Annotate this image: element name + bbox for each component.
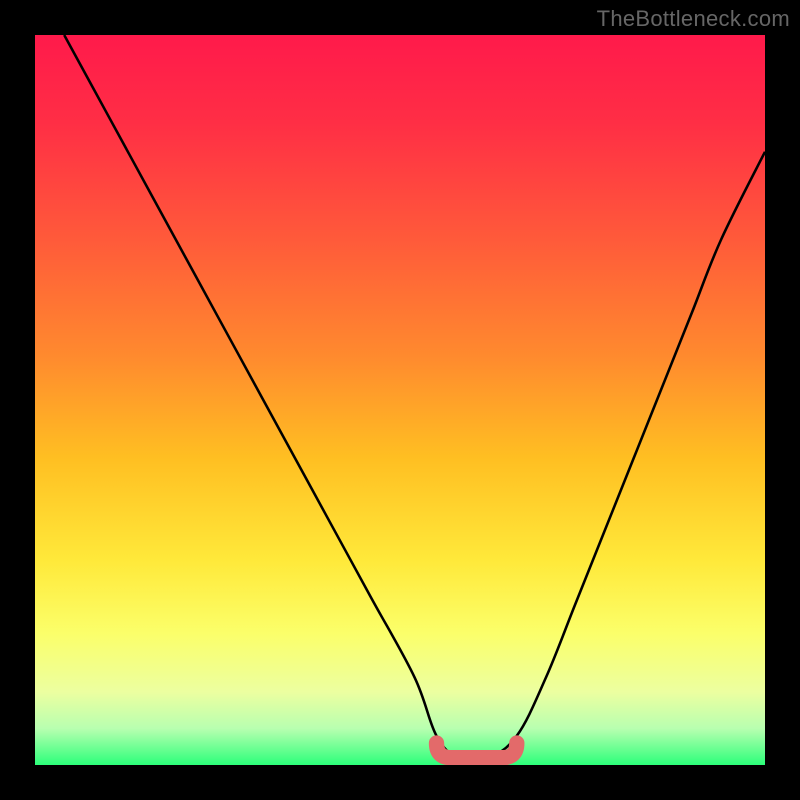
bottleneck-curve — [35, 35, 765, 765]
chart-frame: TheBottleneck.com — [0, 0, 800, 800]
watermark-text: TheBottleneck.com — [597, 6, 790, 32]
curve-path — [64, 35, 765, 761]
trough-marker — [437, 743, 517, 758]
plot-area — [35, 35, 765, 765]
